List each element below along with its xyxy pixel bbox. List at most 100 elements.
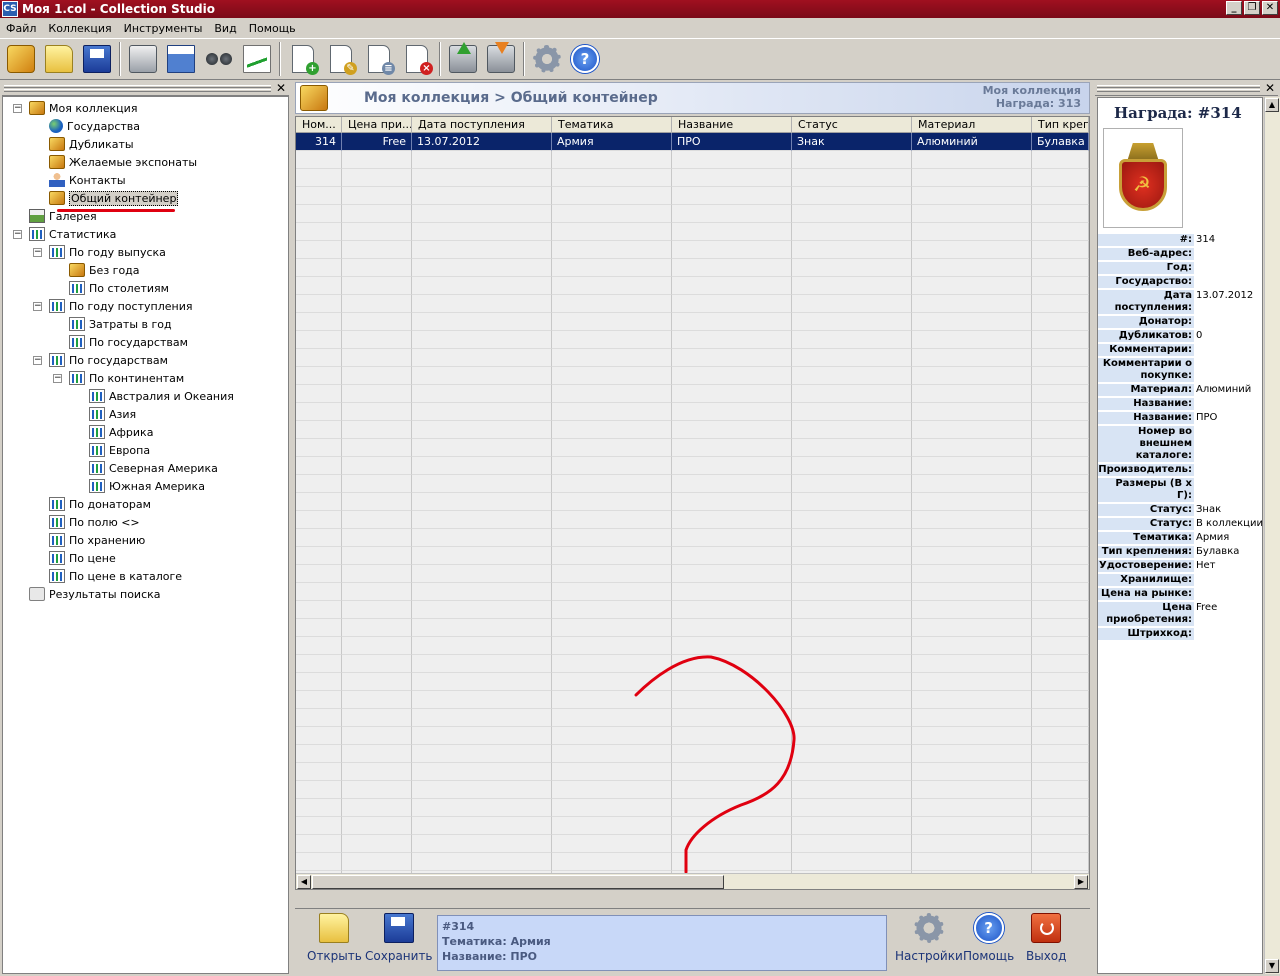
expander-icon[interactable]: − — [13, 230, 22, 239]
toolbar-search-button[interactable] — [200, 40, 238, 78]
tree-item-countries[interactable]: Государства — [49, 117, 140, 135]
toolbar-collection-button[interactable] — [2, 40, 40, 78]
detail-key: Статус: — [1098, 504, 1194, 516]
tree-item-by-field[interactable]: По полю <> — [49, 513, 140, 531]
toolbar-upload-button[interactable] — [444, 40, 482, 78]
delete-item-icon: × — [406, 45, 433, 75]
tree-item-cost-per-year[interactable]: Затраты в год — [69, 315, 172, 333]
detail-key: Тип крепления: — [1098, 546, 1194, 558]
detail-key: Дубликатов: — [1098, 330, 1194, 342]
scroll-left-icon[interactable]: ◀ — [297, 875, 311, 889]
items-grid: Ном... Цена при... Дата поступления Тема… — [295, 116, 1090, 890]
item-photo[interactable] — [1103, 128, 1183, 228]
header-summary: Моя коллекция Награда: 313 — [983, 84, 1081, 110]
column-header-theme[interactable]: Тематика — [552, 117, 672, 133]
column-header-attachment[interactable]: Тип крепле — [1032, 117, 1089, 133]
tree-item-duplicates[interactable]: Дубликаты — [49, 135, 134, 153]
column-header-status[interactable]: Статус — [792, 117, 912, 133]
tree-item-by-price[interactable]: По цене — [49, 549, 116, 567]
toolbar-download-button[interactable] — [482, 40, 520, 78]
tree-item-no-year[interactable]: Без года — [69, 261, 140, 279]
menu-file[interactable]: Файл — [0, 22, 42, 35]
tree-item-africa[interactable]: Африка — [89, 423, 153, 441]
vertical-scrollbar[interactable]: ▲ ▼ — [1264, 97, 1280, 974]
column-header-price[interactable]: Цена при... — [342, 117, 412, 133]
expander-icon[interactable]: − — [33, 248, 42, 257]
exit-button[interactable]: Выход — [1026, 913, 1066, 973]
tree-item-australia-oceania[interactable]: Австралия и Океания — [89, 387, 234, 405]
tree-item-asia[interactable]: Азия — [89, 405, 136, 423]
tree-item-by-issue-year[interactable]: По году выпуска — [49, 243, 166, 261]
tree-item-common-container[interactable]: Общий контейнер — [49, 189, 179, 207]
menu-view[interactable]: Вид — [208, 22, 242, 35]
toolbar-print-button[interactable] — [124, 40, 162, 78]
tree-item-gallery[interactable]: Галерея — [29, 207, 97, 225]
horizontal-scrollbar[interactable]: ◀ ▶ — [296, 873, 1089, 889]
close-button[interactable]: ✕ — [1262, 1, 1278, 15]
toolbar-help-button[interactable]: ? — [566, 40, 604, 78]
header-item-count: Награда: 313 — [995, 97, 1081, 110]
menu-collection[interactable]: Коллекция — [42, 22, 117, 35]
empty-row — [296, 277, 1089, 295]
help-button[interactable]: ? Помощь — [963, 913, 1014, 973]
tree-item-by-continents[interactable]: По континентам — [69, 369, 184, 387]
scrollbar-thumb[interactable] — [312, 875, 724, 889]
tree-item-by-century[interactable]: По столетиям — [69, 279, 169, 297]
tree-item-by-acquisition-year[interactable]: По году поступления — [49, 297, 192, 315]
toolbar-open-button[interactable] — [40, 40, 78, 78]
tree-item-by-countries[interactable]: По государствам — [49, 351, 168, 369]
tree-item-by-catalog-price[interactable]: По цене в каталоге — [49, 567, 182, 585]
minimize-button[interactable]: _ — [1226, 1, 1242, 15]
cell-date: 13.07.2012 — [412, 133, 552, 151]
toolbar-statistics-button[interactable] — [238, 40, 276, 78]
tree-item-my-collection[interactable]: Моя коллекция — [29, 99, 137, 117]
panel-grip[interactable]: ✕ — [1095, 81, 1278, 96]
toolbar-save-button[interactable] — [78, 40, 116, 78]
panel-close-icon[interactable]: ✕ — [276, 81, 286, 95]
menu-help[interactable]: Помощь — [243, 22, 302, 35]
column-header-date[interactable]: Дата поступления — [412, 117, 552, 133]
tree-item-europe[interactable]: Европа — [89, 441, 150, 459]
toolbar-new-item-button[interactable]: + — [284, 40, 322, 78]
tree-item-by-donors[interactable]: По донаторам — [49, 495, 151, 513]
toolbar-copy-item-button[interactable]: ≡ — [360, 40, 398, 78]
restore-button[interactable]: ❐ — [1244, 1, 1260, 15]
open-button[interactable]: Открыть — [307, 913, 362, 973]
panel-grip[interactable]: ✕ — [2, 81, 289, 96]
expander-icon[interactable]: − — [53, 374, 62, 383]
tree-item-by-storage[interactable]: По хранению — [49, 531, 145, 549]
empty-row — [296, 349, 1089, 367]
scroll-down-icon[interactable]: ▼ — [1265, 959, 1279, 973]
save-button[interactable]: Сохранить — [365, 913, 433, 973]
tree-item-search-results[interactable]: Результаты поиска — [29, 585, 161, 603]
toolbar-edit-item-button[interactable]: ✎ — [322, 40, 360, 78]
panel-close-icon[interactable]: ✕ — [1265, 81, 1275, 95]
tree-item-south-america[interactable]: Южная Америка — [89, 477, 205, 495]
chart-icon — [69, 317, 85, 331]
settings-button[interactable]: Настройки — [895, 913, 963, 973]
tree-item-north-america[interactable]: Северная Америка — [89, 459, 218, 477]
empty-row — [296, 187, 1089, 205]
column-header-name[interactable]: Название — [672, 117, 792, 133]
tree-item-by-countries-sub[interactable]: По государствам — [69, 333, 188, 351]
detail-key: Государство: — [1098, 276, 1194, 288]
scroll-right-icon[interactable]: ▶ — [1074, 875, 1088, 889]
toolbar-settings-button[interactable] — [528, 40, 566, 78]
detail-value — [1194, 276, 1262, 288]
tree-item-statistics[interactable]: Статистика — [29, 225, 116, 243]
toolbar-delete-item-button[interactable]: × — [398, 40, 436, 78]
column-header-material[interactable]: Материал — [912, 117, 1032, 133]
column-header-number[interactable]: Ном... — [296, 117, 342, 133]
tree-item-wishlist[interactable]: Желаемые экспонаты — [49, 153, 197, 171]
detail-key: Веб-адрес: — [1098, 248, 1194, 260]
tree-item-contacts[interactable]: Контакты — [49, 171, 126, 189]
expander-icon[interactable]: − — [13, 104, 22, 113]
scroll-up-icon[interactable]: ▲ — [1265, 98, 1279, 112]
empty-row — [296, 619, 1089, 637]
toolbar-window-button[interactable] — [162, 40, 200, 78]
detail-row: Материал: Алюминий — [1098, 383, 1262, 397]
expander-icon[interactable]: − — [33, 356, 42, 365]
table-row[interactable]: 314 Free 13.07.2012 Армия ПРО Знак Алюми… — [296, 133, 1089, 151]
expander-icon[interactable]: − — [33, 302, 42, 311]
menu-tools[interactable]: Инструменты — [118, 22, 209, 35]
